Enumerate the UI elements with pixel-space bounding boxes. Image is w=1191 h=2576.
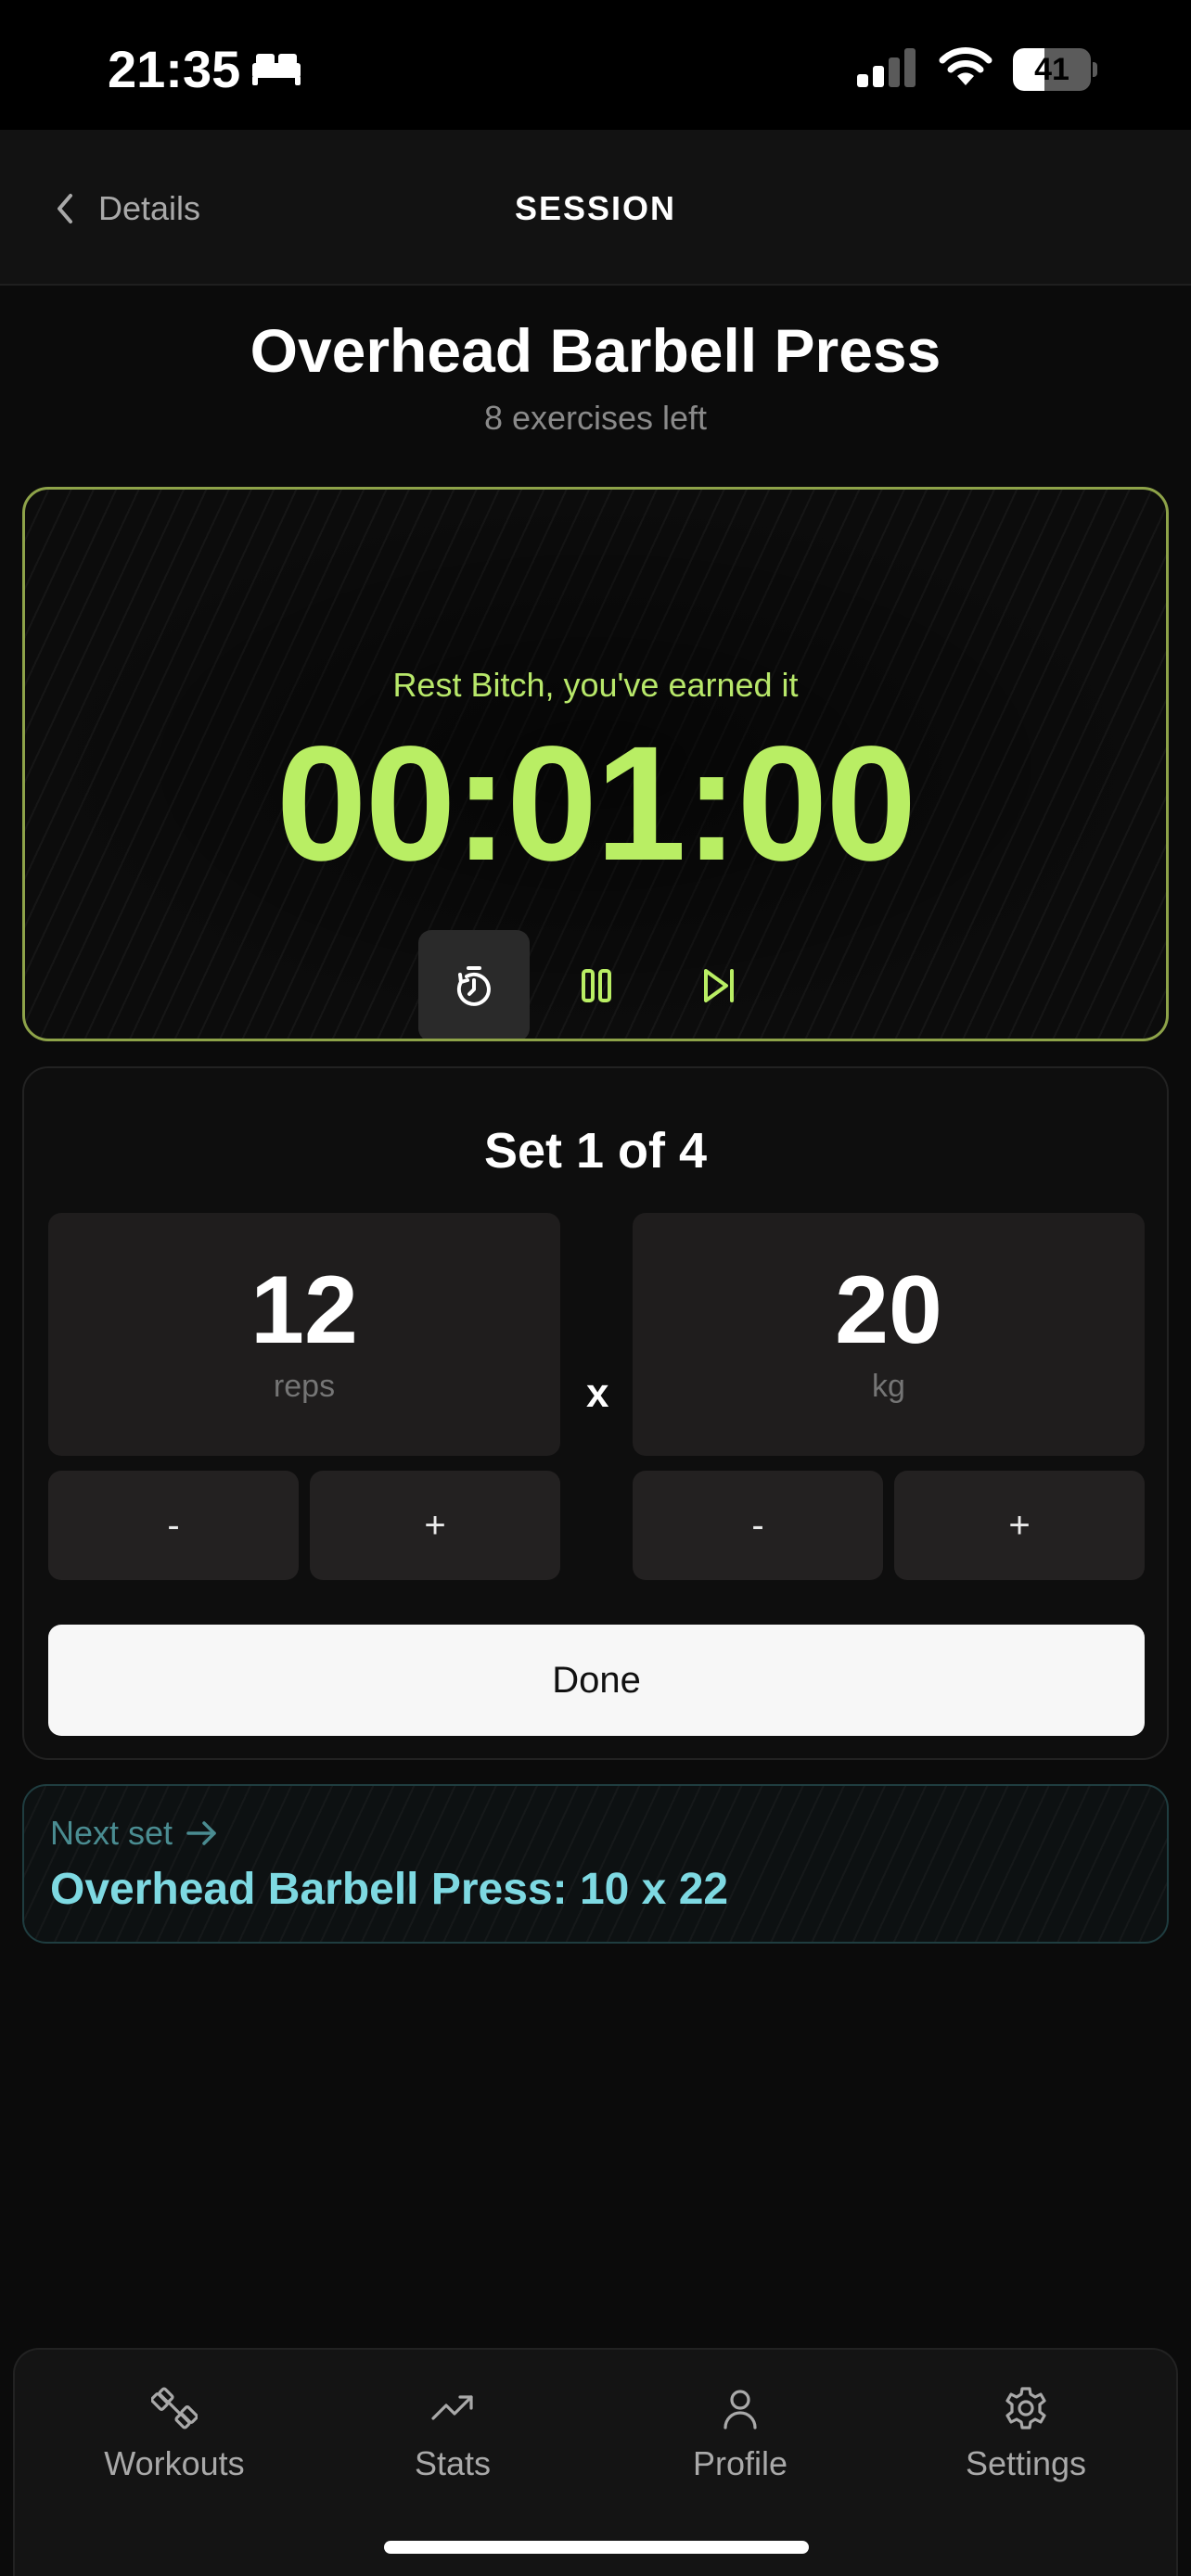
battery-icon: 41 <box>1013 48 1097 91</box>
set-title: Set 1 of 4 <box>483 1123 708 1179</box>
rest-timer-card: Rest Bitch, you've earned it 00:01:00 <box>22 487 1169 1041</box>
tab-workouts[interactable]: Workouts <box>63 2385 286 2487</box>
next-set-label: Next set <box>50 1814 219 1853</box>
tab-settings[interactable]: Settings <box>915 2385 1137 2487</box>
cellular-signal-icon <box>857 48 916 87</box>
exercise-title: Overhead Barbell Press <box>250 316 941 385</box>
navigation-bar: Details SESSION <box>0 130 1191 286</box>
reps-increment-button[interactable]: + <box>310 1471 560 1580</box>
exercises-left: 8 exercises left <box>483 399 708 437</box>
wifi-icon <box>939 47 992 85</box>
reps-display: 12 reps <box>48 1213 560 1456</box>
timer-controls <box>418 930 775 1039</box>
weight-increment-button[interactable]: + <box>894 1471 1145 1580</box>
reps-decrement-button[interactable]: - <box>48 1471 299 1580</box>
weight-value: 20 <box>835 1256 942 1364</box>
times-sign: x <box>586 1371 609 1416</box>
tab-profile[interactable]: Profile <box>629 2385 852 2487</box>
tab-label: Profile <box>692 2444 788 2482</box>
arrow-right-icon <box>186 1821 216 1845</box>
tab-stats[interactable]: Stats <box>341 2385 564 2487</box>
restart-timer-button[interactable] <box>418 930 530 1039</box>
done-button[interactable]: Done <box>48 1625 1145 1736</box>
tab-label: Workouts <box>104 2444 245 2482</box>
battery-percentage: 41 <box>1034 52 1069 87</box>
pause-icon <box>582 969 611 1002</box>
home-indicator[interactable] <box>384 2541 809 2554</box>
next-set-description: Overhead Barbell Press: 10 x 22 <box>50 1865 729 1914</box>
weight-unit: kg <box>872 1369 905 1404</box>
user-icon <box>724 2390 757 2429</box>
pause-button[interactable] <box>541 930 652 1039</box>
timer-display: 00:01:00 <box>275 713 917 895</box>
next-set-label-text: Next set <box>50 1814 173 1852</box>
tab-label: Settings <box>965 2444 1087 2482</box>
skip-button[interactable] <box>663 930 775 1039</box>
dumbbell-icon <box>151 2387 198 2429</box>
restart-timer-icon <box>456 966 491 1006</box>
next-set-card[interactable]: Next set Overhead Barbell Press: 10 x 22 <box>22 1784 1169 1944</box>
tab-label: Stats <box>414 2444 492 2482</box>
skip-forward-icon <box>704 969 734 1002</box>
rest-message: Rest Bitch, you've earned it <box>392 666 799 704</box>
reps-value: 12 <box>250 1256 358 1364</box>
status-time: 21:35 <box>108 40 241 98</box>
bed-icon <box>252 54 301 85</box>
reps-unit: reps <box>273 1369 336 1404</box>
set-card: Set 1 of 4 12 reps x 20 kg - + - + Done <box>22 1066 1169 1760</box>
weight-decrement-button[interactable]: - <box>633 1471 883 1580</box>
page-title: SESSION <box>514 189 677 227</box>
status-bar: 21:35 41 <box>0 0 1191 130</box>
gear-icon <box>1005 2387 1046 2429</box>
trending-up-icon <box>431 2395 473 2420</box>
weight-display: 20 kg <box>633 1213 1145 1456</box>
